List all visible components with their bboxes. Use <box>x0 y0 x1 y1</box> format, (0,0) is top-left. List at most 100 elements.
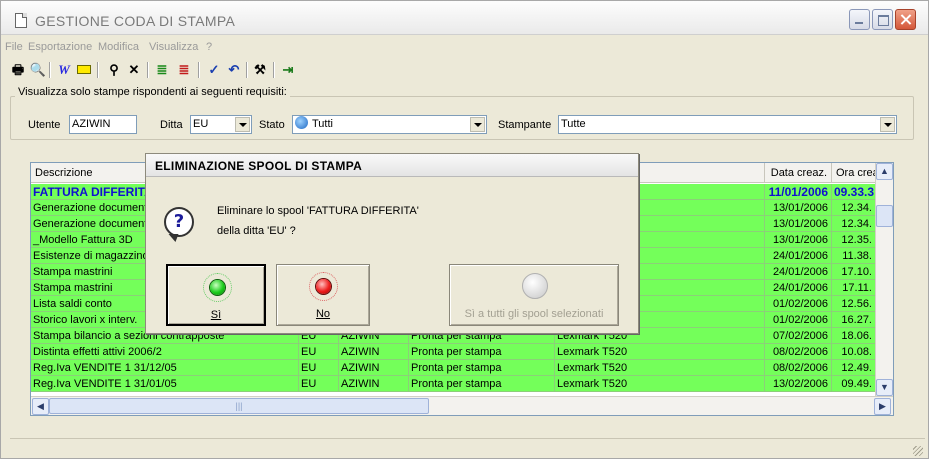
highlight-icon[interactable] <box>75 61 93 79</box>
resize-grip-icon[interactable] <box>913 446 923 456</box>
hscroll-thumb[interactable]: ||| <box>49 398 429 414</box>
menu-help[interactable]: ? <box>206 41 212 53</box>
delete-icon[interactable]: ✕ <box>125 61 143 79</box>
cell-data: 24/01/2006 <box>765 248 832 264</box>
chevron-down-icon[interactable] <box>235 117 250 132</box>
no-label: No <box>315 308 331 320</box>
cell-descrizione: Reg.Iva VENDITE 1 31/01/05 <box>31 376 299 392</box>
cell-data: 13/01/2006 <box>765 232 832 248</box>
cell-stampante: Lexmark T520 <box>555 344 765 360</box>
cell-data: 13/02/2006 <box>765 376 832 392</box>
ditta-value: EU <box>193 118 209 130</box>
table-row[interactable]: Reg.Iva VENDITE 1 31/01/05 EU AZIWIN Pronta… <box>31 376 876 392</box>
green-light-icon <box>210 280 225 295</box>
check-icon[interactable]: ✓ <box>205 61 223 79</box>
scroll-right-icon[interactable]: ▶ <box>874 398 891 415</box>
undo-icon[interactable]: ↶ <box>225 61 243 79</box>
scroll-thumb[interactable] <box>876 205 893 227</box>
chevron-down-icon[interactable] <box>880 117 895 132</box>
delete-spool-dialog: ELIMINAZIONE SPOOL DI STAMPA ? Eliminare… <box>145 153 639 334</box>
table-row[interactable]: Reg.Iva VENDITE 1 31/12/05 EU AZIWIN Pronta… <box>31 360 876 376</box>
stato-label: Stato <box>259 119 285 131</box>
scroll-left-icon[interactable]: ◀ <box>32 398 49 415</box>
traffic-light-alt-icon[interactable]: ≣ <box>175 61 193 79</box>
cell-ora: 09.49. <box>832 376 876 392</box>
no-button[interactable]: No <box>276 264 370 326</box>
word-icon[interactable]: W <box>55 61 73 79</box>
cell-ora: 17.11. <box>832 280 876 296</box>
cell-descrizione: Reg.Iva VENDITE 1 31/12/05 <box>31 360 299 376</box>
scroll-up-icon[interactable]: ▲ <box>876 163 893 180</box>
menu-modifica[interactable]: Modifica <box>98 41 139 53</box>
exit-icon[interactable]: ⇥ <box>279 61 297 79</box>
title-bar: GESTIONE CODA DI STAMPA <box>1 1 928 35</box>
cell-data: 13/01/2006 <box>765 200 832 216</box>
utente-field[interactable]: AZIWIN <box>69 115 137 134</box>
dialog-message-line2: della ditta 'EU' ? <box>217 225 296 237</box>
cell-ora: 17.10. <box>832 264 876 280</box>
minimize-button[interactable] <box>849 9 870 30</box>
stato-select[interactable]: Tutti <box>292 115 487 134</box>
cell-ora: 16.27. <box>832 312 876 328</box>
cell-utente: AZIWIN <box>339 344 409 360</box>
column-header-ora[interactable]: Ora crea <box>832 163 876 183</box>
ditta-select[interactable]: EU <box>190 115 252 134</box>
cell-data: 08/02/2006 <box>765 360 832 376</box>
cell-descrizione: Distinta effetti attivi 2006/2 <box>31 344 299 360</box>
stampante-value: Tutte <box>561 118 586 130</box>
cell-ora: 12.34. <box>832 216 876 232</box>
question-icon: ? <box>164 207 194 237</box>
stampante-select[interactable]: Tutte <box>558 115 897 134</box>
scroll-down-icon[interactable]: ▼ <box>876 379 893 396</box>
horizontal-scrollbar[interactable]: ◀ ||| ▶ <box>31 396 893 415</box>
cell-ora: 12.56. <box>832 296 876 312</box>
cell-ora: 12.49. <box>832 360 876 376</box>
search-icon[interactable]: ⚲ <box>105 61 123 79</box>
cell-data: 13/01/2006 <box>765 216 832 232</box>
tools-icon[interactable]: ⚒ <box>251 61 269 79</box>
cell-ora: 18.06. <box>832 328 876 344</box>
window-title: GESTIONE CODA DI STAMPA <box>35 13 236 29</box>
ditta-label: Ditta <box>160 119 183 131</box>
stampante-label: Stampante <box>498 119 552 131</box>
cell-data: 24/01/2006 <box>765 280 832 296</box>
yes-label: Sì <box>210 309 222 321</box>
cell-data: 24/01/2006 <box>765 264 832 280</box>
cell-data: 01/02/2006 <box>765 312 832 328</box>
yes-to-all-label: Sì a tutti gli spool selezionati <box>464 308 604 320</box>
cell-ora: 10.08. <box>832 344 876 360</box>
cell-data: 07/02/2006 <box>765 328 832 344</box>
cell-stato: Pronta per stampa <box>409 376 555 392</box>
maximize-button[interactable] <box>872 9 893 30</box>
traffic-light-icon[interactable]: ≣ <box>153 61 171 79</box>
document-icon <box>15 13 27 28</box>
cell-data: 08/02/2006 <box>765 344 832 360</box>
menu-visualizza[interactable]: Visualizza <box>149 41 198 53</box>
print-preview-icon[interactable]: 🔍 <box>29 61 47 79</box>
yes-to-all-button[interactable]: Sì a tutti gli spool selezionati <box>449 264 619 326</box>
status-bar <box>10 438 925 458</box>
cell-ora: 11.38. <box>832 248 876 264</box>
column-header-data[interactable]: Data creaz. <box>765 163 832 183</box>
cell-stato: Pronta per stampa <box>409 360 555 376</box>
yes-button[interactable]: Sì <box>166 264 266 326</box>
menu-file[interactable]: File <box>5 41 23 53</box>
stato-value: Tutti <box>312 118 333 130</box>
globe-document-icon <box>522 273 548 299</box>
cell-ditta: EU <box>299 360 339 376</box>
chevron-down-icon[interactable] <box>470 117 485 132</box>
print-icon[interactable]: 🖶 <box>9 61 27 79</box>
cell-stampante: Lexmark T520 <box>555 376 765 392</box>
cell-utente: AZIWIN <box>339 376 409 392</box>
table-row[interactable]: Distinta effetti attivi 2006/2 EU AZIWIN Pr… <box>31 344 876 360</box>
cell-stampante: Lexmark T520 <box>555 360 765 376</box>
cell-ora: 09.33.3 <box>834 184 876 200</box>
vertical-scrollbar[interactable]: ▲ ▼ <box>875 163 893 397</box>
menu-bar: File Esportazione Modifica Visualizza ? <box>1 37 928 55</box>
close-button[interactable] <box>895 9 916 30</box>
menu-esportazione[interactable]: Esportazione <box>28 41 92 53</box>
cell-utente: AZIWIN <box>339 360 409 376</box>
filter-caption: Visualizza solo stampe rispondenti ai se… <box>15 86 290 98</box>
cell-data: 11/01/2006 <box>765 184 832 200</box>
dialog-title: ELIMINAZIONE SPOOL DI STAMPA <box>146 154 638 177</box>
